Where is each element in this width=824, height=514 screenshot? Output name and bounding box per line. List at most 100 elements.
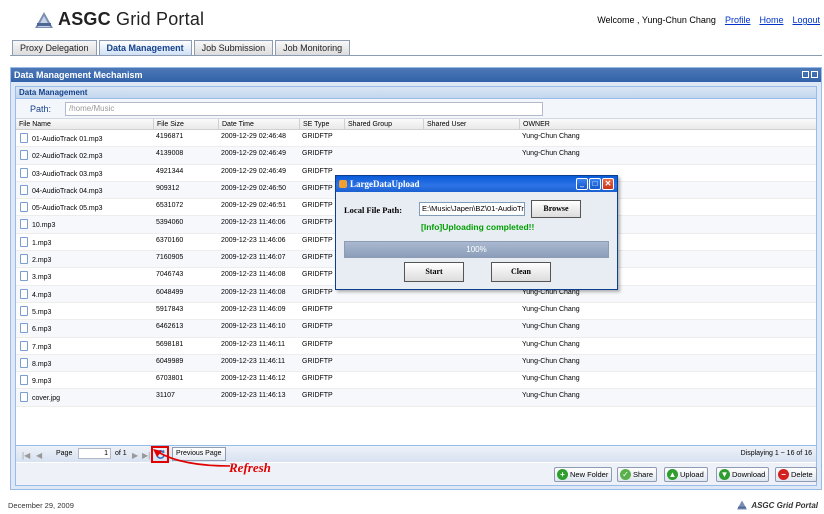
file-size-cell: 7160905 bbox=[156, 254, 184, 262]
next-page-icon[interactable]: ▶ bbox=[132, 451, 138, 460]
col-date-time[interactable]: Date Time bbox=[218, 119, 254, 130]
file-icon bbox=[20, 202, 28, 213]
file-size-cell: 31107 bbox=[156, 392, 175, 400]
table-row[interactable]: 5.mp3 5917843 2009-12-23 11:46:09 GRIDFTP Yu… bbox=[16, 303, 816, 321]
upload-info-message: [Info]Uploading completed!! bbox=[421, 222, 535, 232]
file-se-cell: GRIDFTP bbox=[302, 375, 333, 383]
page-count: of 1 bbox=[115, 450, 127, 457]
refresh-annotation-label: Refresh bbox=[229, 460, 271, 475]
profile-link[interactable]: Profile bbox=[725, 15, 751, 25]
file-date-cell: 2009-12-29 02:46:49 bbox=[221, 167, 286, 175]
file-owner-cell: Yung-Chun Chang bbox=[522, 340, 580, 348]
asgc-logo-icon bbox=[35, 11, 53, 28]
file-se-cell: GRIDFTP bbox=[302, 236, 333, 244]
file-date-cell: 2009-12-23 11:46:11 bbox=[221, 357, 285, 365]
col-shared-group[interactable]: Shared Group bbox=[344, 119, 392, 130]
table-row[interactable]: 01-AudioTrack 01.mp3 4196871 2009-12-29 02… bbox=[16, 130, 816, 148]
last-page-icon[interactable]: ▶| bbox=[142, 451, 150, 460]
file-icon bbox=[20, 323, 28, 334]
file-se-cell: GRIDFTP bbox=[302, 357, 333, 365]
maximize-window-icon[interactable]: □ bbox=[589, 178, 601, 190]
local-file-path-label: Local File Path: bbox=[344, 205, 403, 215]
table-row[interactable]: 6.mp3 6462613 2009-12-23 11:46:10 GRIDFTP Yu… bbox=[16, 320, 816, 338]
path-input[interactable]: /home/Music bbox=[65, 102, 543, 116]
table-row[interactable]: 7.mp3 5698181 2009-12-23 11:46:11 GRIDFTP Yu… bbox=[16, 338, 816, 355]
file-icon bbox=[20, 254, 28, 265]
portal-logo[interactable]: ASGC Grid Portal bbox=[34, 9, 204, 30]
delete-button[interactable]: − Delete bbox=[775, 467, 817, 482]
browse-button[interactable]: Browse bbox=[531, 200, 581, 218]
file-se-cell: GRIDFTP bbox=[302, 184, 333, 192]
upload-progress-text: 100% bbox=[466, 245, 487, 254]
start-button[interactable]: Start bbox=[404, 262, 464, 282]
file-name-cell: 03-AudioTrack 03.mp3 bbox=[32, 170, 103, 178]
file-date-cell: 2009-12-23 11:46:08 bbox=[221, 271, 286, 279]
col-owner[interactable]: OWNER bbox=[519, 119, 550, 130]
first-page-icon[interactable]: |◀ bbox=[22, 451, 30, 460]
minimize-window-icon[interactable]: _ bbox=[576, 178, 588, 190]
inner-panel-title: Data Management bbox=[16, 87, 816, 99]
file-name-cell: 6.mp3 bbox=[32, 326, 52, 334]
file-owner-cell: Yung-Chun Chang bbox=[522, 392, 580, 400]
prev-page-icon[interactable]: ◀ bbox=[36, 451, 42, 460]
file-owner-cell: Yung-Chun Chang bbox=[522, 150, 580, 158]
tab-job-submission[interactable]: Job Submission bbox=[193, 40, 274, 55]
download-button[interactable]: ▼ Download bbox=[716, 467, 770, 482]
displaying-count: Displaying 1 ~ 16 of 16 bbox=[740, 450, 812, 457]
grid-header: File Name File Size Date Time SE Type Sh… bbox=[16, 119, 816, 130]
table-row[interactable]: 8.mp3 6049989 2009-12-23 11:46:11 GRIDFTP Yu… bbox=[16, 354, 816, 373]
file-date-cell: 2009-12-23 11:46:12 bbox=[221, 375, 286, 383]
file-se-cell: GRIDFTP bbox=[302, 150, 333, 158]
tab-job-monitoring[interactable]: Job Monitoring bbox=[275, 40, 351, 55]
logo-bold: ASGC bbox=[58, 9, 111, 29]
file-icon bbox=[20, 375, 28, 386]
new-folder-button[interactable]: + New Folder bbox=[554, 467, 613, 482]
file-size-cell: 6370160 bbox=[156, 236, 184, 244]
file-date-cell: 2009-12-23 11:46:08 bbox=[221, 288, 286, 296]
file-icon bbox=[20, 340, 28, 351]
col-se-type[interactable]: SE Type bbox=[299, 119, 329, 130]
file-name-cell: 4.mp3 bbox=[32, 291, 52, 299]
footer-date: December 29, 2009 bbox=[8, 501, 74, 510]
page-number-input[interactable]: 1 bbox=[78, 448, 111, 459]
upload-button[interactable]: ▲ Upload bbox=[664, 467, 708, 482]
header: ASGC Grid Portal Welcome , Yung-Chun Cha… bbox=[0, 0, 824, 34]
tab-data-management[interactable]: Data Management bbox=[98, 40, 192, 55]
file-date-cell: 2009-12-23 11:46:07 bbox=[221, 254, 286, 262]
file-name-cell: 2.mp3 bbox=[32, 257, 52, 265]
annotation-arrow bbox=[153, 449, 231, 467]
home-link[interactable]: Home bbox=[759, 15, 783, 25]
file-size-cell: 7046743 bbox=[156, 271, 184, 279]
file-name-cell: 9.mp3 bbox=[32, 378, 52, 386]
file-icon bbox=[20, 357, 28, 368]
file-size-cell: 6703801 bbox=[156, 375, 184, 383]
col-shared-user[interactable]: Shared User bbox=[423, 119, 466, 130]
close-window-icon[interactable]: ✕ bbox=[602, 178, 614, 190]
logout-link[interactable]: Logout bbox=[792, 15, 820, 25]
clean-button[interactable]: Clean bbox=[491, 262, 551, 282]
share-button[interactable]: ✓ Share bbox=[617, 467, 658, 482]
file-date-cell: 2009-12-29 02:46:48 bbox=[221, 133, 286, 140]
local-file-path-input[interactable]: E:\Music\Japen\BZ\01-AudioTrack 01.mp3 bbox=[419, 202, 525, 216]
file-se-cell: GRIDFTP bbox=[302, 219, 333, 227]
file-icon bbox=[20, 184, 28, 195]
large-data-upload-dialog: LargeDataUpload _ □ ✕ Local File Path: E… bbox=[335, 175, 618, 290]
file-icon bbox=[20, 219, 28, 230]
minimize-panel-icon[interactable] bbox=[802, 71, 809, 78]
maximize-panel-icon[interactable] bbox=[811, 71, 818, 78]
col-file-size[interactable]: File Size bbox=[153, 119, 184, 130]
file-size-cell: 6462613 bbox=[156, 323, 184, 331]
main-tabs: Proxy Delegation Data Management Job Sub… bbox=[12, 40, 352, 55]
tab-proxy-delegation[interactable]: Proxy Delegation bbox=[12, 40, 97, 55]
download-icon: ▼ bbox=[719, 469, 730, 480]
file-name-cell: 05-AudioTrack 05.mp3 bbox=[32, 205, 103, 213]
table-row[interactable]: cover.jpg 31107 2009-12-23 11:46:13 GRIDFTP… bbox=[16, 389, 816, 407]
file-owner-cell: Yung-Chun Chang bbox=[522, 323, 580, 331]
file-se-cell: GRIDFTP bbox=[302, 305, 333, 313]
table-row[interactable]: 02-AudioTrack 02.mp3 4139008 2009-12-29 02… bbox=[16, 147, 816, 165]
col-file-name[interactable]: File Name bbox=[16, 119, 51, 130]
upload-progress-bar: 100% bbox=[344, 241, 609, 258]
table-row[interactable]: 9.mp3 6703801 2009-12-23 11:46:12 GRIDFTP Yu… bbox=[16, 372, 816, 390]
share-icon: ✓ bbox=[620, 469, 631, 480]
page-label: Page bbox=[56, 450, 73, 457]
